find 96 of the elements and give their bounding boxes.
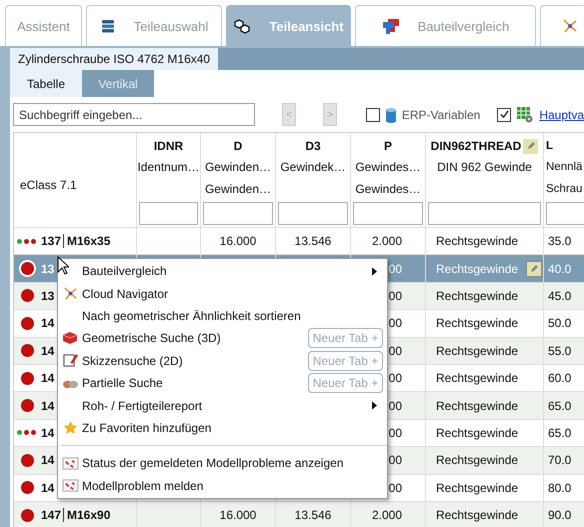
checkbox[interactable] (366, 108, 380, 122)
database-icon (384, 106, 397, 122)
row-number: 137 (41, 234, 64, 248)
table-cell: 13.546 (294, 234, 332, 248)
table-cell: 00 (388, 262, 402, 276)
column-description: Identnum… (137, 159, 200, 176)
table-cell: 2.000 (372, 508, 402, 522)
shapes-icon (382, 18, 400, 34)
table-cell: 80.0 (548, 480, 572, 495)
cubes-icon (233, 18, 252, 34)
column-description: Gewindes… (355, 159, 421, 176)
table-cell: 16.000 (220, 234, 256, 248)
table-cell: 35.0 (548, 234, 572, 248)
table-cell: 55.0 (548, 344, 572, 358)
envelope-icon (62, 456, 78, 471)
column-header: L (546, 140, 554, 152)
tab[interactable] (540, 5, 584, 46)
column-header: P (384, 139, 392, 153)
document-tab[interactable]: Zylinderschraube ISO 4762 M16x40 (10, 48, 218, 70)
menu-item[interactable]: Cloud Navigator (82, 286, 168, 301)
table-cell: 00 (388, 288, 402, 303)
filter-field[interactable] (278, 202, 348, 225)
part-name: M16x90 (66, 508, 110, 522)
menu-item[interactable]: Bauteilvergleich (82, 264, 167, 278)
table-settings-icon (516, 106, 534, 123)
table-cell: Rechtsgewinde (436, 288, 518, 303)
column-header: IDNR (154, 139, 184, 153)
menu-item[interactable]: Status der gemeldeten Modellprobleme anzeigen (82, 456, 344, 470)
view-tab[interactable]: Tabelle (10, 70, 82, 97)
table-cell: Rechtsgewinde (436, 398, 518, 413)
table-cell: 13.546 (294, 508, 332, 522)
column-description: Nennlä (545, 160, 582, 175)
table-cell: 90.0 (548, 508, 572, 522)
link[interactable]: Hauptva (539, 108, 584, 122)
menu-item[interactable]: Modellproblem melden (82, 478, 204, 493)
table-cell: 65.0 (548, 426, 572, 440)
menu-item[interactable]: Nach geometrischer Ähnlichkeit sortieren (82, 308, 301, 323)
table-cell: 40.0 (548, 262, 572, 276)
checkbox[interactable] (497, 108, 512, 122)
column-header: DIN962THREAD (430, 139, 522, 153)
menu-item[interactable]: Geometrische Suche (3D) (82, 331, 221, 346)
search-field[interactable]: Suchbegriff eingeben... (13, 103, 256, 126)
table-cell: 00 (388, 480, 402, 495)
star-icon (62, 420, 78, 436)
table-row[interactable]: 137 M16x35 16.000 13.546 2.000 Rechtsgewinde 35.0 (14, 228, 584, 256)
column-description: Gewindes… (355, 181, 421, 198)
menu-item[interactable]: Zu Favoriten hinzufügen (82, 420, 212, 435)
column-description: Schrau (545, 182, 582, 197)
envelope-icon (62, 478, 78, 494)
column-description: Gewinden… (204, 181, 272, 198)
table-cell: Rechtsgewinde (436, 480, 518, 495)
menu-item[interactable]: Skizzensuche (2D) (82, 354, 183, 368)
table-cell: 16.000 (220, 508, 256, 522)
column-header: D3 (305, 139, 321, 153)
cube-icon (62, 331, 78, 346)
filter-field[interactable] (203, 202, 273, 225)
table-cell: Rechtsgewinde (436, 453, 518, 468)
table-cell: 50.0 (548, 316, 572, 330)
table-cell: Rechtsgewinde (436, 262, 518, 276)
table-cell: 00 (388, 398, 402, 413)
table-cell: 65.0 (548, 398, 572, 413)
table-cell: 70.0 (548, 453, 572, 468)
table-cell: 00 (388, 344, 402, 358)
table-cell: 00 (388, 371, 402, 386)
books-icon (100, 18, 116, 34)
network-icon (62, 286, 78, 302)
network-icon (562, 18, 578, 34)
table-cell: 00 (388, 316, 402, 330)
table-cell: Rechtsgewinde (436, 371, 518, 386)
pencil-icon[interactable] (523, 138, 538, 154)
filter-field[interactable] (139, 202, 198, 225)
part-name: M16x35 (66, 234, 110, 248)
menu-item[interactable]: Partielle Suche (82, 376, 163, 390)
menu-item[interactable]: Roh- / Fertigteilereport (82, 398, 202, 413)
table-cell: 2.000 (372, 234, 402, 248)
table-cell: Rechtsgewinde (436, 344, 518, 358)
column-header: D (234, 139, 242, 153)
table-cell: Rechtsgewinde (436, 316, 518, 330)
column-description: Gewindek… (280, 159, 346, 176)
table-cell: 45.0 (548, 288, 572, 303)
filter-field[interactable] (428, 202, 541, 225)
table-row[interactable]: 147 M16x90 16.000 13.546 2.000 Rechtsgewinde 90.0 (14, 502, 584, 527)
option-label: ERP-Variablen (402, 108, 480, 122)
table-cell: 00 (388, 453, 402, 468)
pencil-icon[interactable] (526, 260, 542, 277)
table-cell: Rechtsgewinde (436, 508, 518, 522)
table-cell: Rechtsgewinde (436, 426, 518, 440)
row-number: 147 (41, 508, 64, 522)
table-cell: 60.0 (548, 371, 572, 386)
table-cell: 00 (388, 426, 402, 440)
table-cell: Rechtsgewinde (436, 234, 518, 248)
filter-field[interactable] (353, 202, 423, 225)
column-description: Gewinden… (204, 159, 272, 176)
sketch-icon (62, 353, 78, 368)
column-header: eClass 7.1 (20, 178, 77, 192)
column-description: DIN 962 Gewinde (437, 159, 532, 176)
